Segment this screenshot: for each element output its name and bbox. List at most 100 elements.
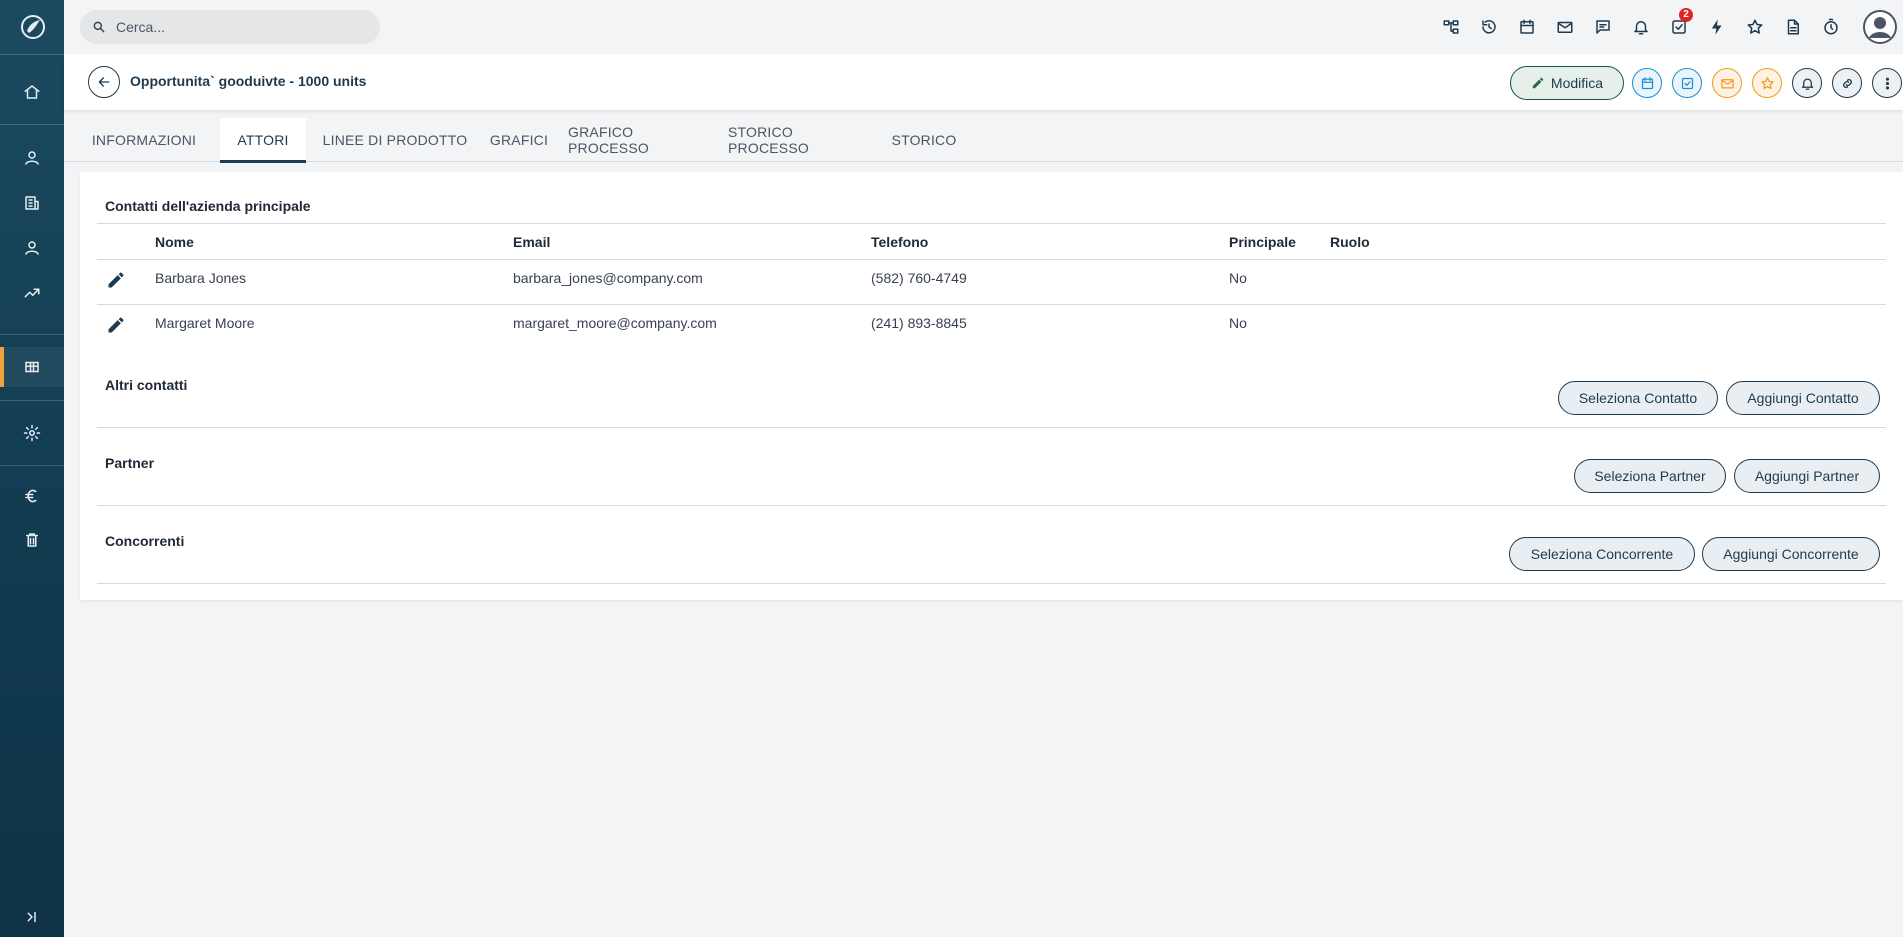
star-icon (1760, 76, 1774, 89)
edit-contact-button[interactable] (106, 315, 126, 335)
trending-up-icon (24, 288, 40, 298)
edit-contact-button[interactable] (106, 270, 126, 290)
arrow-left-icon (98, 77, 110, 87)
tab-linee-di-prodotto[interactable]: LINEE DI PRODOTTO (320, 118, 470, 162)
tab-storico[interactable]: STORICO (888, 118, 960, 162)
pencil-icon (108, 272, 124, 288)
follow-button[interactable] (1792, 68, 1822, 98)
search-bar[interactable] (80, 10, 380, 44)
other-contacts-title: Altri contatti (105, 377, 188, 393)
stopwatch-icon (1824, 18, 1838, 35)
history-button[interactable] (1475, 13, 1503, 41)
sidebar-item-companies[interactable] (0, 183, 64, 223)
competitors-title: Concorrenti (105, 533, 185, 549)
euro-icon (25, 489, 37, 503)
calendar-button[interactable] (1513, 13, 1541, 41)
hierarchy-button[interactable] (1437, 13, 1465, 41)
column-header-email: Email (513, 234, 551, 250)
notifications-button[interactable] (1627, 13, 1655, 41)
select-partner-button[interactable]: Seleziona Partner (1574, 459, 1726, 493)
search-icon (93, 21, 105, 33)
edit-button[interactable]: Modifica (1510, 66, 1624, 100)
select-contact-button[interactable]: Seleziona Contatto (1558, 381, 1718, 415)
divider (97, 505, 1886, 506)
add-event-button[interactable] (1632, 68, 1662, 98)
mail-icon (1720, 78, 1734, 88)
contact-name[interactable]: Margaret Moore (155, 315, 255, 331)
sidebar-divider (0, 124, 64, 125)
building-icon (25, 196, 39, 210)
app-logo-icon[interactable] (20, 14, 46, 40)
favorites-button[interactable] (1741, 13, 1769, 41)
sidebar-item-contacts[interactable] (0, 138, 64, 178)
add-partner-button[interactable]: Aggiungi Partner (1734, 459, 1880, 493)
sidebar-divider (0, 334, 64, 335)
tab-storico-processo[interactable]: STORICO PROCESSO (728, 118, 874, 162)
pencil-icon (108, 317, 124, 333)
main-contacts-title: Contatti dell'azienda principale (105, 198, 311, 214)
user-avatar[interactable] (1863, 10, 1897, 44)
select-competitor-button[interactable]: Seleziona Concorrente (1509, 537, 1695, 571)
divider (97, 583, 1886, 584)
gear-icon (23, 424, 41, 442)
add-contact-button[interactable]: Aggiungi Contatto (1726, 381, 1880, 415)
sidebar-item-leads[interactable] (0, 228, 64, 268)
add-task-button[interactable] (1672, 68, 1702, 98)
record-title: Opportunita` gooduivte - 1000 units (130, 73, 367, 89)
actors-panel: Contatti dell'azienda principale Nome Em… (80, 172, 1903, 600)
documents-button[interactable] (1779, 13, 1807, 41)
tasks-button[interactable]: 2 (1665, 8, 1693, 41)
tasks-badge: 2 (1679, 8, 1693, 22)
sidebar-item-home[interactable] (0, 72, 64, 112)
add-competitor-button[interactable]: Aggiungi Concorrente (1702, 537, 1880, 571)
lightning-icon (1711, 19, 1722, 35)
tab-grafico-processo[interactable]: GRAFICO PROCESSO (568, 118, 714, 162)
tab-attori[interactable]: ATTORI (220, 118, 306, 163)
pencil-icon (1532, 77, 1544, 89)
contact-email[interactable]: barbara_jones@company.com (513, 270, 703, 286)
contact-email[interactable]: margaret_moore@company.com (513, 315, 717, 331)
back-button[interactable] (88, 66, 120, 98)
tab-bar: INFORMAZIONI ATTORI LINEE DI PRODOTTO GR… (64, 118, 1903, 163)
tab-grafici[interactable]: GRAFICI (484, 118, 554, 162)
partners-title: Partner (105, 455, 155, 471)
person-icon (25, 241, 39, 255)
quick-actions-button[interactable] (1703, 13, 1731, 41)
home-icon (24, 85, 40, 99)
column-header-primary: Principale (1229, 234, 1296, 250)
column-header-role: Ruolo (1330, 234, 1370, 250)
sidebar-item-trends[interactable] (0, 273, 64, 313)
top-toolbar: 2 (1437, 8, 1845, 41)
contact-primary: No (1229, 315, 1247, 331)
mail-button[interactable] (1551, 13, 1579, 41)
bell-icon (1801, 78, 1813, 90)
calendar-icon (1520, 19, 1534, 34)
sidebar-item-archive[interactable] (0, 520, 64, 560)
contact-name[interactable]: Barbara Jones (155, 270, 246, 286)
star-icon (1747, 19, 1763, 34)
timer-button[interactable] (1817, 13, 1845, 41)
grid-icon (25, 361, 39, 373)
sidebar-item-finance[interactable] (0, 476, 64, 516)
kebab-menu-icon (1885, 77, 1889, 89)
sidebar-item-settings[interactable] (0, 413, 64, 453)
tab-informazioni[interactable]: INFORMAZIONI (84, 118, 204, 162)
divider (97, 223, 1886, 224)
contact-phone: (582) 760-4749 (871, 270, 967, 286)
sidebar-expand-button[interactable] (0, 897, 64, 937)
column-header-phone: Telefono (871, 234, 929, 250)
search-input[interactable] (116, 19, 356, 35)
more-options-button[interactable] (1872, 68, 1902, 98)
sidebar-item-opportunities[interactable] (0, 347, 64, 387)
send-email-button[interactable] (1712, 68, 1742, 98)
favorite-button[interactable] (1752, 68, 1782, 98)
messages-button[interactable] (1589, 13, 1617, 41)
top-bar: 2 (64, 0, 1903, 54)
sidebar (0, 0, 64, 937)
trash-icon (26, 533, 38, 547)
link-button[interactable] (1832, 68, 1862, 98)
history-icon (1482, 20, 1496, 34)
divider (97, 427, 1886, 428)
contact-phone: (241) 893-8845 (871, 315, 967, 331)
record-header: Opportunita` gooduivte - 1000 units Modi… (64, 54, 1903, 110)
